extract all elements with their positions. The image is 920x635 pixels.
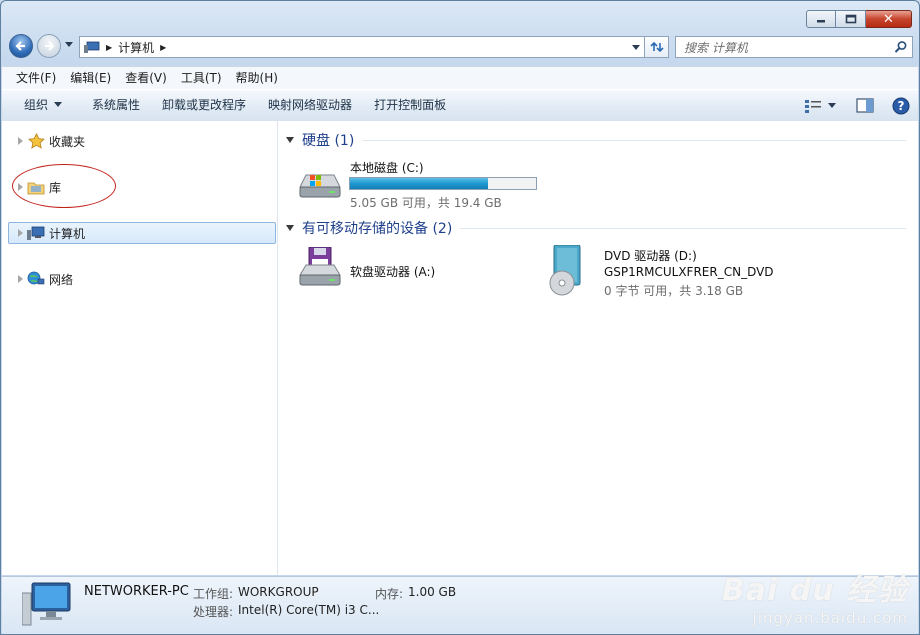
group-header-removable[interactable]: 有可移动存储的设备 (2) bbox=[286, 218, 906, 238]
star-icon bbox=[27, 133, 45, 149]
breadcrumb-separator-tail[interactable]: ▶ bbox=[160, 43, 166, 52]
nav-item-favorites[interactable]: 收藏夹 bbox=[2, 130, 274, 152]
help-icon: ? bbox=[892, 97, 910, 114]
baidu-watermark: Bai du 经验 jingyan.baidu.com bbox=[722, 565, 908, 627]
nav-item-label: 收藏夹 bbox=[49, 134, 86, 149]
drive-item-c[interactable]: 本地磁盘 (C:) 5.05 GB 可用，共 19.4 GB bbox=[296, 157, 556, 210]
highlight-circle-annotation bbox=[12, 164, 116, 208]
drive-name: 软盘驱动器 (A:) bbox=[350, 265, 436, 279]
close-icon: ✕ bbox=[883, 11, 894, 27]
computer-small-icon bbox=[84, 41, 100, 53]
map-network-drive-button[interactable]: 映射网络驱动器 bbox=[257, 90, 363, 121]
group-title: 有可移动存储的设备 (2) bbox=[302, 221, 453, 237]
group-divider bbox=[460, 227, 906, 229]
address-dropdown-icon[interactable] bbox=[632, 45, 640, 50]
hard-disk-icon bbox=[299, 174, 341, 198]
navigation-pane: 收藏夹 库 计算机 网络 bbox=[2, 121, 278, 575]
search-input[interactable]: 搜索 计算机 bbox=[675, 36, 913, 58]
nav-item-label: 计算机 bbox=[49, 226, 86, 241]
preview-pane-icon bbox=[856, 98, 874, 113]
drive-free-space: 5.05 GB 可用，共 19.4 GB bbox=[350, 196, 502, 210]
details-pane: NETWORKER-PC 工作组: WORKGROUP 内存: 1.00 GB … bbox=[2, 573, 918, 634]
explorer-window: ✕ ▶ 计算机 ▶ 搜索 计算机 文件(F) 编辑(E) 查看(V) 工具(T)… bbox=[0, 0, 920, 635]
computer-icon bbox=[27, 226, 45, 240]
drive-free-space: 0 字节 可用，共 3.18 GB bbox=[604, 284, 744, 298]
floppy-drive-icon bbox=[299, 247, 341, 286]
dvd-drive-icon bbox=[549, 245, 581, 296]
caption-buttons: ✕ bbox=[806, 10, 912, 28]
organize-label: 组织 bbox=[24, 98, 49, 112]
drive-item-d[interactable]: DVD 驱动器 (D:) GSP1RMCULXFRER_CN_DVD 0 字节 … bbox=[548, 245, 808, 301]
minimize-icon bbox=[817, 20, 825, 23]
menu-view[interactable]: 查看(V) bbox=[118, 67, 174, 89]
menu-tools[interactable]: 工具(T) bbox=[174, 67, 229, 89]
refresh-button[interactable] bbox=[645, 36, 669, 58]
close-button[interactable]: ✕ bbox=[866, 10, 912, 28]
view-options-icon bbox=[805, 99, 821, 113]
processor-label: 处理器: bbox=[193, 605, 234, 619]
open-control-panel-button[interactable]: 打开控制面板 bbox=[363, 90, 457, 121]
drive-usage-bar bbox=[349, 177, 537, 190]
watermark-logo: Bai du 经验 bbox=[721, 573, 908, 608]
preview-pane-button[interactable] bbox=[856, 98, 874, 113]
menu-file[interactable]: 文件(F) bbox=[9, 67, 63, 89]
nav-item-label: 网络 bbox=[49, 272, 74, 287]
drive-name: DVD 驱动器 (D:) bbox=[604, 249, 697, 263]
collapse-arrow-icon[interactable] bbox=[286, 137, 294, 143]
expand-arrow-icon[interactable] bbox=[18, 275, 23, 283]
history-dropdown-icon[interactable] bbox=[65, 42, 73, 47]
command-bar: 组织 系统属性 卸载或更改程序 映射网络驱动器 打开控制面板 ? bbox=[2, 89, 918, 122]
svg-text:?: ? bbox=[898, 99, 905, 113]
organize-dropdown-icon bbox=[54, 102, 63, 107]
computer-name: NETWORKER-PC bbox=[84, 584, 189, 599]
nav-item-network[interactable]: 网络 bbox=[2, 268, 274, 290]
collapse-arrow-icon[interactable] bbox=[286, 225, 294, 231]
menu-edit[interactable]: 编辑(E) bbox=[63, 67, 118, 89]
drive-name: 本地磁盘 (C:) bbox=[350, 161, 424, 175]
address-bar[interactable]: ▶ 计算机 ▶ bbox=[79, 36, 645, 58]
watermark-url: jingyan.baidu.com bbox=[752, 609, 908, 627]
group-title: 硬盘 (1) bbox=[302, 133, 355, 149]
expand-arrow-icon[interactable] bbox=[18, 229, 23, 237]
workgroup-value: WORKGROUP bbox=[238, 585, 319, 599]
network-icon bbox=[27, 271, 45, 285]
expand-arrow-icon[interactable] bbox=[18, 137, 23, 145]
view-dropdown-icon bbox=[828, 103, 836, 108]
menu-help[interactable]: 帮助(H) bbox=[229, 67, 285, 89]
drive-usage-fill bbox=[350, 178, 488, 189]
memory-label: 内存: bbox=[375, 587, 404, 601]
back-arrow-icon bbox=[15, 41, 25, 51]
drive-item-a[interactable]: 软盘驱动器 (A:) bbox=[296, 247, 536, 295]
memory-value: 1.00 GB bbox=[408, 585, 457, 599]
search-icon[interactable] bbox=[894, 40, 908, 54]
forward-arrow-icon bbox=[45, 41, 55, 51]
minimize-button[interactable] bbox=[806, 10, 836, 28]
help-button[interactable]: ? bbox=[892, 97, 910, 115]
change-view-button[interactable] bbox=[804, 99, 836, 113]
nav-item-computer[interactable]: 计算机 bbox=[8, 222, 276, 244]
computer-large-icon bbox=[22, 582, 71, 626]
forward-button[interactable] bbox=[37, 34, 61, 58]
breadcrumb-separator[interactable]: ▶ bbox=[106, 43, 112, 52]
search-placeholder: 搜索 计算机 bbox=[684, 40, 748, 55]
uninstall-program-button[interactable]: 卸载或更改程序 bbox=[151, 90, 257, 121]
menu-bar: 文件(F) 编辑(E) 查看(V) 工具(T) 帮助(H) bbox=[2, 66, 918, 89]
toolbar-right: ? bbox=[794, 90, 910, 121]
refresh-icon bbox=[649, 41, 664, 53]
processor-value: Intel(R) Core(TM) i3 C... bbox=[238, 603, 380, 617]
breadcrumb-computer[interactable]: 计算机 bbox=[118, 39, 154, 56]
content-pane: 硬盘 (1) 本地磁盘 (C:) 5.05 GB 可用，共 19.4 GB 有可… bbox=[278, 121, 918, 575]
group-header-hard-disks[interactable]: 硬盘 (1) bbox=[286, 130, 906, 150]
maximize-button[interactable] bbox=[836, 10, 866, 28]
system-properties-button[interactable]: 系统属性 bbox=[81, 90, 151, 121]
workgroup-label: 工作组: bbox=[193, 587, 234, 601]
group-divider bbox=[362, 139, 906, 141]
maximize-icon bbox=[845, 14, 856, 24]
organize-button[interactable]: 组织 bbox=[2, 90, 73, 121]
drive-volume-label: GSP1RMCULXFRER_CN_DVD bbox=[604, 265, 774, 279]
back-button[interactable] bbox=[9, 34, 33, 58]
address-row: ▶ 计算机 ▶ 搜索 计算机 bbox=[7, 33, 913, 61]
